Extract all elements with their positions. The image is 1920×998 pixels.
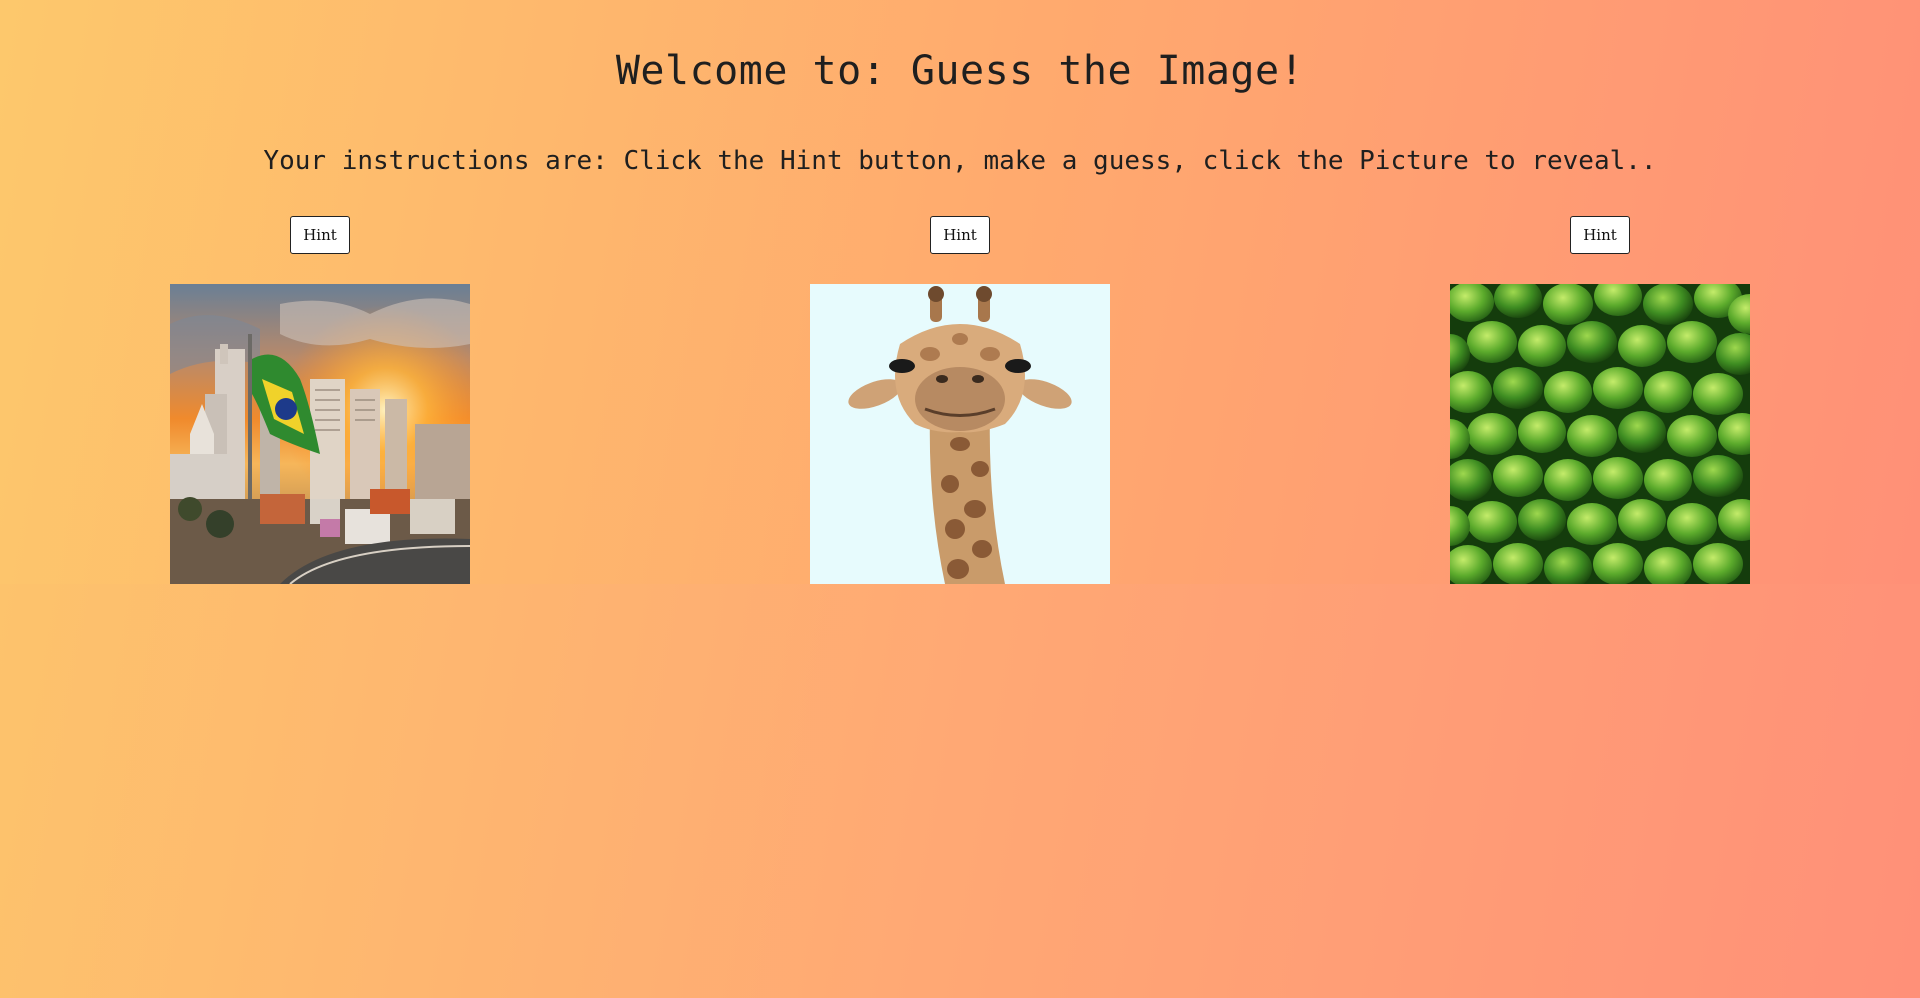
- limes-image: [1450, 284, 1750, 584]
- hint-button-3[interactable]: Hint: [1570, 216, 1630, 254]
- guess-picture-1[interactable]: [170, 284, 470, 584]
- hint-button-2[interactable]: Hint: [930, 216, 990, 254]
- image-card-3: Hint: [1450, 216, 1750, 584]
- page-lower-background: [0, 584, 1920, 998]
- image-card-2: Hint: [810, 216, 1110, 584]
- guess-picture-3[interactable]: [1450, 284, 1750, 584]
- city-skyline-with-flag-image: [170, 284, 470, 584]
- instructions-text: Your instructions are: Click the Hint bu…: [263, 146, 1657, 176]
- image-card-1: Hint: [170, 216, 470, 584]
- giraffe-image: [810, 284, 1110, 584]
- hint-button-1[interactable]: Hint: [290, 216, 350, 254]
- page-title: Welcome to: Guess the Image!: [615, 48, 1305, 94]
- guess-picture-2[interactable]: [810, 284, 1110, 584]
